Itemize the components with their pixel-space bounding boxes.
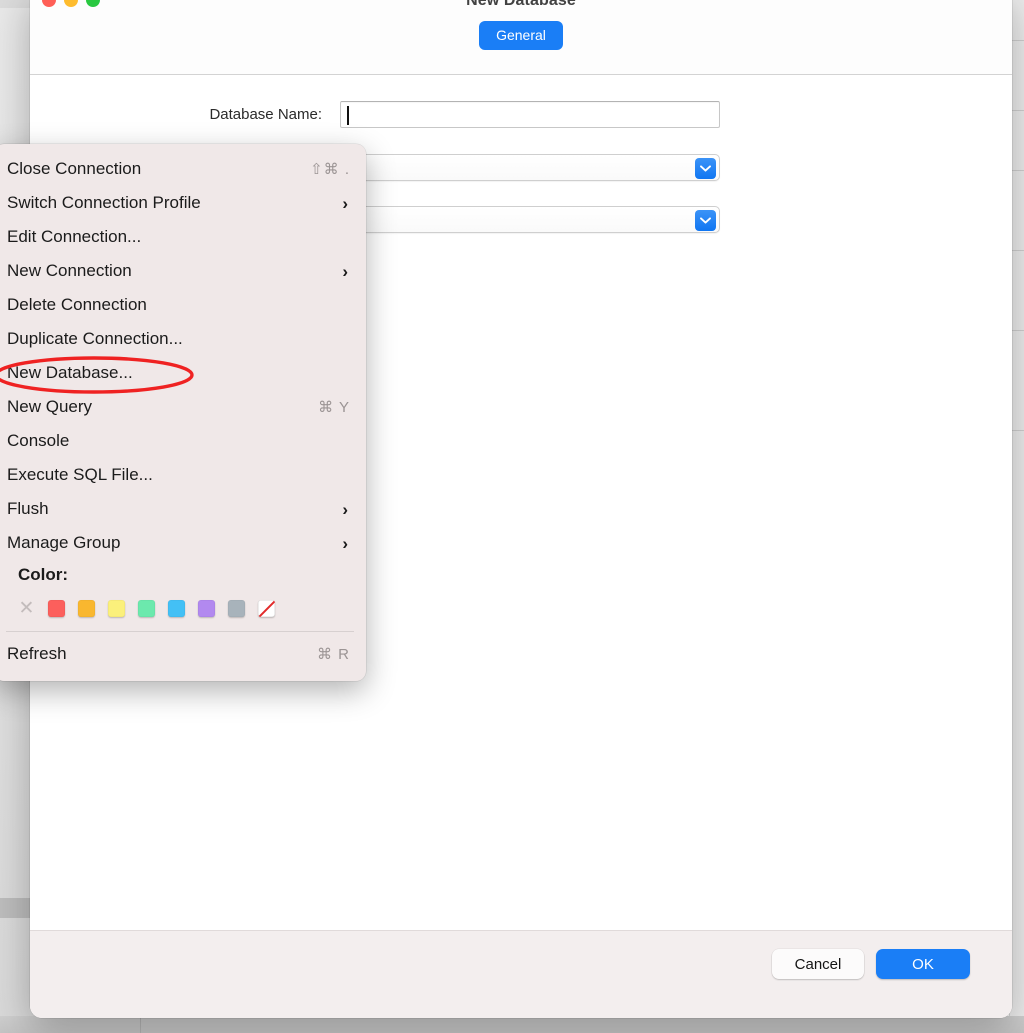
dialog-tab-bar: General [30,21,1012,50]
color-swatch-row: ✕ [0,590,366,626]
background-status-bar [0,1016,1024,1033]
menu-item-switch-connection-profile[interactable]: Switch Connection Profile › [0,186,366,220]
menu-item-manage-group[interactable]: Manage Group › [0,526,366,560]
clear-x-icon[interactable]: ✕ [18,599,35,618]
ok-button[interactable]: OK [876,949,970,979]
custom-color-icon[interactable] [258,599,275,617]
menu-item-label: Flush [7,499,49,518]
menu-item-shortcut: ⌘ R [317,646,350,663]
chevron-down-icon [695,210,716,231]
menu-item-execute-sql-file[interactable]: Execute SQL File... [0,458,366,492]
color-swatch-red[interactable] [48,599,65,617]
menu-item-delete-connection[interactable]: Delete Connection [0,288,366,322]
dialog-titlebar: New Database General [30,0,1012,75]
chevron-right-icon: › [342,499,348,519]
menu-item-label: New Connection [7,261,132,280]
menu-item-label: New Query [7,397,93,416]
database-name-label: Database Name: [209,106,322,123]
cancel-button[interactable]: Cancel [772,949,864,979]
dialog-action-buttons: Cancel OK [772,949,970,979]
menu-item-label: New Database... [7,363,133,382]
menu-item-close-connection[interactable]: Close Connection ⇧⌘ . [0,152,366,186]
color-swatch-purple[interactable] [198,599,215,617]
charset-popup-button[interactable] [340,154,720,181]
menu-item-label: Execute SQL File... [7,465,153,484]
collation-popup-button[interactable] [340,206,720,233]
menu-item-new-query[interactable]: New Query ⌘ Y [0,390,366,424]
menu-item-label: Close Connection [7,159,142,178]
connection-context-menu: Close Connection ⇧⌘ . Switch Connection … [0,144,366,681]
color-swatch-blue[interactable] [168,599,185,617]
menu-separator [6,631,354,632]
menu-item-label: Edit Connection... [7,227,142,246]
menu-item-label: Switch Connection Profile [7,193,201,212]
tab-general[interactable]: General [479,21,563,50]
menu-item-label: Delete Connection [7,295,147,314]
text-caret [347,106,349,125]
menu-item-label: Refresh [7,644,67,663]
form-row-database-name: Database Name: [30,101,720,128]
database-name-input[interactable] [340,101,720,128]
menu-item-refresh[interactable]: Refresh ⌘ R [0,637,366,671]
chevron-down-icon [695,158,716,179]
chevron-right-icon: › [342,193,348,213]
background-status-bar-divider [140,1016,141,1033]
menu-item-label: Console [7,431,70,450]
color-swatch-yellow[interactable] [108,599,125,617]
color-swatch-green[interactable] [138,599,155,617]
menu-item-new-connection[interactable]: New Connection › [0,254,366,288]
dialog-title: New Database [466,0,576,9]
menu-item-label: Duplicate Connection... [7,329,183,348]
color-section-header: Color: [0,560,366,590]
menu-item-label: Manage Group [7,533,121,552]
color-swatch-orange[interactable] [78,599,95,617]
dialog-footer: Cancel OK [30,930,1012,1018]
menu-item-edit-connection[interactable]: Edit Connection... [0,220,366,254]
menu-item-console[interactable]: Console [0,424,366,458]
menu-item-shortcut: ⇧⌘ . [310,161,350,178]
menu-item-flush[interactable]: Flush › [0,492,366,526]
menu-item-duplicate-connection[interactable]: Duplicate Connection... [0,322,366,356]
menu-item-new-database[interactable]: New Database... [0,356,366,390]
color-section-label: Color: [18,565,69,584]
color-swatch-gray[interactable] [228,599,245,617]
chevron-right-icon: › [342,261,348,281]
menu-item-shortcut: ⌘ Y [318,399,350,416]
chevron-right-icon: › [342,533,348,553]
